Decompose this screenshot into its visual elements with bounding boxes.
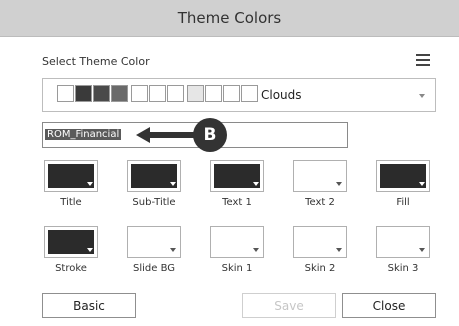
color-slot: Stroke <box>42 226 100 274</box>
color-slot-label: Slide BG <box>132 263 176 274</box>
close-button[interactable]: Close <box>342 293 436 318</box>
theme-swatch <box>205 85 222 102</box>
color-picker-button[interactable] <box>127 160 181 192</box>
theme-swatch <box>57 85 74 102</box>
theme-name-input-text: ROM_Financial <box>45 129 122 140</box>
theme-swatch <box>75 85 92 102</box>
theme-swatch-strip <box>57 85 259 104</box>
color-slot-label: Fill <box>396 197 410 208</box>
color-picker-button[interactable] <box>127 226 181 258</box>
color-picker-button[interactable] <box>210 226 264 258</box>
color-slot: Skin 1 <box>208 226 266 274</box>
dropdown-arrow-icon <box>419 94 425 98</box>
color-slot-label: Title <box>60 197 82 208</box>
save-button[interactable]: Save <box>242 293 336 318</box>
color-slot: Skin 2 <box>291 226 349 274</box>
color-slot: Text 1 <box>208 160 266 208</box>
select-theme-color-label: Select Theme Color <box>42 55 150 68</box>
color-picker-button[interactable] <box>376 226 430 258</box>
color-picker-button[interactable] <box>293 160 347 192</box>
theme-color-dropdown[interactable]: Clouds <box>42 78 436 112</box>
color-slot-label: Skin 1 <box>221 263 253 274</box>
theme-swatch <box>93 85 110 102</box>
color-slot-label: Skin 2 <box>304 263 336 274</box>
color-slot: Fill <box>374 160 432 208</box>
color-slot: Slide BG <box>125 226 183 274</box>
dropdown-arrow-icon <box>419 248 425 252</box>
dropdown-arrow-icon <box>170 248 176 252</box>
dropdown-arrow-icon <box>253 182 259 186</box>
dropdown-arrow-icon <box>170 182 176 186</box>
dropdown-arrow-icon <box>419 182 425 186</box>
title-bar: Theme Colors <box>0 0 459 37</box>
hamburger-menu-icon[interactable] <box>416 54 430 66</box>
theme-swatch <box>223 85 240 102</box>
color-slot-label: Skin 3 <box>387 263 419 274</box>
theme-swatch <box>149 85 166 102</box>
dropdown-arrow-icon <box>253 248 259 252</box>
dropdown-arrow-icon <box>336 182 342 186</box>
theme-swatch <box>167 85 184 102</box>
color-slot: Text 2 <box>291 160 349 208</box>
dropdown-arrow-icon <box>87 248 93 252</box>
dropdown-arrow-icon <box>336 248 342 252</box>
dialog-title: Theme Colors <box>177 9 282 27</box>
color-slot: Sub-Title <box>125 160 183 208</box>
color-picker-button[interactable] <box>44 226 98 258</box>
color-picker-button[interactable] <box>44 160 98 192</box>
color-picker-button[interactable] <box>376 160 430 192</box>
color-picker-button[interactable] <box>293 226 347 258</box>
color-picker-button[interactable] <box>210 160 264 192</box>
color-slot: Skin 3 <box>374 226 432 274</box>
dropdown-arrow-icon <box>87 182 93 186</box>
theme-swatch <box>187 85 204 102</box>
color-slot-label: Sub-Title <box>132 197 176 208</box>
theme-swatch <box>131 85 148 102</box>
color-slot-label: Text 2 <box>305 197 335 208</box>
basic-button[interactable]: Basic <box>42 293 136 318</box>
theme-swatch <box>241 85 258 102</box>
color-slot-label: Text 1 <box>222 197 252 208</box>
color-slot: Title <box>42 160 100 208</box>
theme-name: Clouds <box>261 88 302 102</box>
color-slot-label: Stroke <box>55 263 87 274</box>
callout-badge: B <box>193 118 227 152</box>
theme-swatch <box>111 85 128 102</box>
